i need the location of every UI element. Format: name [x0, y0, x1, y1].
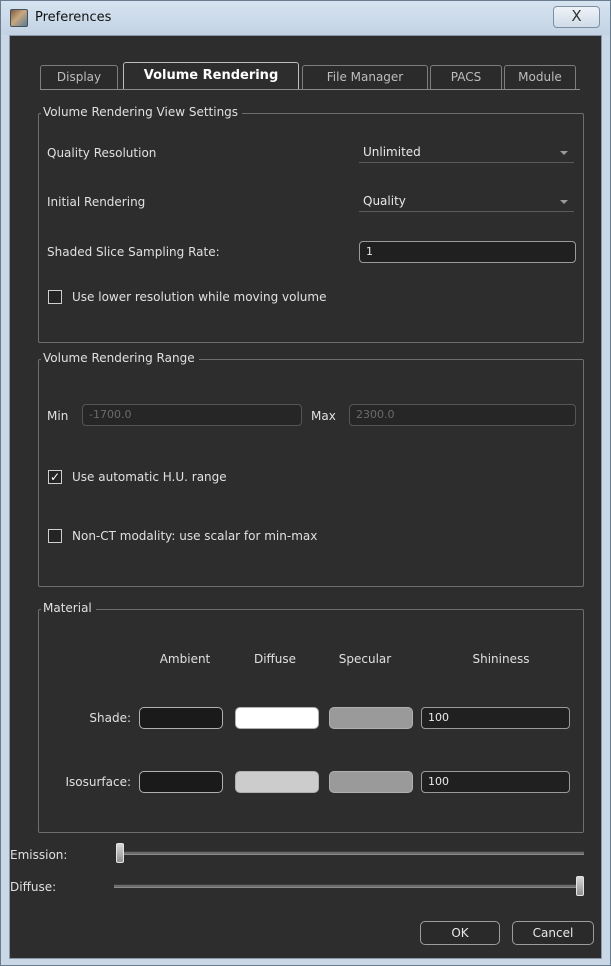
diffuse-slider-label: Diffuse:	[10, 880, 57, 894]
window-title: Preferences	[35, 10, 112, 25]
max-input[interactable]: 2300.0	[349, 404, 576, 426]
view-settings-group: Volume Rendering View Settings Quality R…	[38, 105, 584, 343]
emission-label: Emission:	[10, 848, 68, 862]
isosurface-ambient-swatch[interactable]	[139, 771, 223, 793]
initial-rendering-select[interactable]: Quality	[359, 192, 574, 212]
min-label: Min	[47, 409, 69, 423]
shade-specular-swatch[interactable]	[329, 707, 413, 729]
quality-resolution-label: Quality Resolution	[47, 146, 157, 160]
ok-button[interactable]: OK	[420, 921, 500, 945]
lower-resolution-label: Use lower resolution while moving volume	[72, 290, 327, 304]
auto-hu-checkbox[interactable]: ✓	[48, 470, 62, 484]
non-ct-label: Non-CT modality: use scalar for min-max	[72, 529, 318, 543]
shininess-header: Shininess	[472, 652, 530, 666]
diffuse-slider-track[interactable]	[114, 884, 584, 888]
app-icon	[10, 9, 28, 27]
isosurface-shininess-input[interactable]: 100	[421, 771, 570, 793]
dialog-body: Display Volume Rendering File Manager PA…	[9, 35, 602, 959]
shade-label: Shade:	[89, 711, 131, 725]
quality-resolution-select[interactable]: Unlimited	[359, 143, 574, 163]
chevron-down-icon	[560, 200, 568, 204]
tab-volume-rendering[interactable]: Volume Rendering	[123, 62, 299, 90]
emission-slider-handle[interactable]	[116, 843, 124, 863]
tab-file-manager[interactable]: File Manager	[302, 65, 428, 89]
max-label: Max	[311, 409, 336, 423]
min-input[interactable]: -1700.0	[82, 404, 302, 426]
tab-pacs[interactable]: PACS	[430, 65, 502, 89]
tab-module[interactable]: Module	[504, 65, 576, 89]
lower-resolution-checkbox[interactable]	[48, 290, 62, 304]
range-title: Volume Rendering Range	[41, 351, 199, 365]
sampling-rate-input[interactable]: 1	[359, 241, 576, 263]
cancel-button[interactable]: Cancel	[512, 921, 594, 945]
material-title: Material	[41, 601, 96, 615]
auto-hu-label: Use automatic H.U. range	[72, 470, 227, 484]
non-ct-checkbox[interactable]	[48, 529, 62, 543]
close-button[interactable]: X	[553, 6, 600, 28]
emission-slider-track[interactable]	[116, 851, 584, 855]
chevron-down-icon	[560, 151, 568, 155]
specular-header: Specular	[338, 652, 392, 666]
isosurface-diffuse-swatch[interactable]	[235, 771, 319, 793]
material-group: Material Ambient Diffuse Specular Shinin…	[38, 601, 584, 833]
initial-rendering-value: Quality	[363, 194, 406, 208]
initial-rendering-label: Initial Rendering	[47, 195, 146, 209]
diffuse-slider-handle[interactable]	[576, 876, 584, 896]
preferences-window: Preferences X Display Volume Rendering F…	[0, 0, 611, 966]
tab-display[interactable]: Display	[40, 65, 118, 89]
sampling-rate-label: Shaded Slice Sampling Rate:	[47, 245, 220, 259]
isosurface-specular-swatch[interactable]	[329, 771, 413, 793]
shade-shininess-input[interactable]: 100	[421, 707, 570, 729]
view-settings-title: Volume Rendering View Settings	[41, 105, 243, 119]
range-group: Volume Rendering Range Min -1700.0 Max 2…	[38, 351, 584, 587]
tab-pane-border	[40, 89, 580, 90]
ambient-header: Ambient	[159, 652, 211, 666]
isosurface-label: Isosurface:	[65, 775, 131, 789]
diffuse-header: Diffuse	[253, 652, 297, 666]
shade-diffuse-swatch[interactable]	[235, 707, 319, 729]
shade-ambient-swatch[interactable]	[139, 707, 223, 729]
quality-resolution-value: Unlimited	[363, 145, 421, 159]
title-bar: Preferences X	[1, 1, 610, 35]
